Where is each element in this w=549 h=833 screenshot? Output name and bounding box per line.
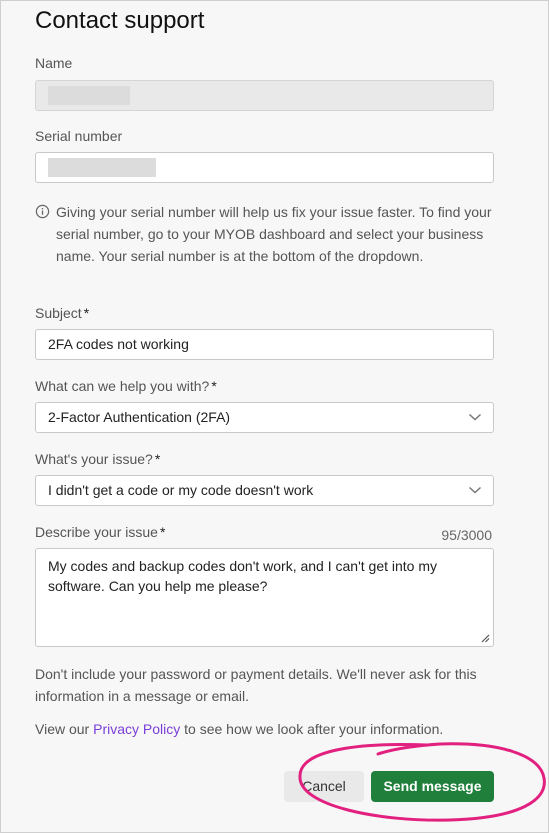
serial-number-field[interactable] [35, 152, 494, 183]
help-topic-label-text: What can we help you with? [35, 378, 210, 394]
subject-label-text: Subject [35, 305, 82, 321]
character-counter: 95/3000 [441, 527, 492, 543]
describe-label-text: Describe your issue [35, 524, 158, 540]
cancel-button[interactable]: Cancel [284, 771, 364, 802]
issue-select[interactable]: I didn't get a code or my code doesn't w… [35, 475, 494, 506]
privacy-note: Don't include your password or payment d… [35, 666, 477, 704]
help-topic-value: 2-Factor Authentication (2FA) [48, 409, 231, 425]
name-label: Name [35, 55, 73, 71]
name-field [35, 80, 494, 111]
subject-value: 2FA codes not working [48, 336, 189, 352]
info-icon [35, 204, 50, 219]
required-marker: * [83, 305, 90, 321]
required-marker: * [154, 451, 161, 467]
describe-textarea[interactable]: My codes and backup codes don't work, an… [35, 548, 494, 647]
privacy-policy-link[interactable]: Privacy Policy [93, 721, 180, 737]
subject-label: Subject * [35, 304, 89, 322]
policy-prefix: View our [35, 721, 94, 737]
policy-suffix: to see how we look after your informatio… [180, 721, 444, 737]
required-marker: * [159, 524, 166, 540]
contact-support-panel: Contact support Name Serial number Givin… [0, 0, 549, 833]
serial-number-label: Serial number [35, 128, 123, 144]
describe-value: My codes and backup codes don't work, an… [48, 558, 438, 594]
help-topic-label: What can we help you with? * [35, 377, 217, 395]
issue-value: I didn't get a code or my code doesn't w… [48, 482, 314, 498]
serial-info-text: Giving your serial number will help us f… [56, 204, 492, 264]
subject-input[interactable]: 2FA codes not working [35, 329, 494, 360]
chevron-down-icon [468, 413, 482, 421]
issue-label: What's your issue? * [35, 450, 160, 468]
issue-label-text: What's your issue? [35, 451, 153, 467]
chevron-down-icon [468, 486, 482, 494]
serial-info: Giving your serial number will help us f… [35, 201, 497, 267]
help-topic-select[interactable]: 2-Factor Authentication (2FA) [35, 402, 494, 433]
page-title: Contact support [35, 7, 205, 34]
policy-note: View our Privacy Policy to see how we lo… [35, 718, 500, 740]
redacted-name [48, 86, 130, 105]
resize-handle-icon[interactable] [480, 633, 490, 643]
redacted-serial [48, 158, 156, 177]
required-marker: * [211, 378, 217, 394]
describe-label: Describe your issue * [35, 523, 165, 541]
send-message-button[interactable]: Send message [371, 771, 494, 802]
